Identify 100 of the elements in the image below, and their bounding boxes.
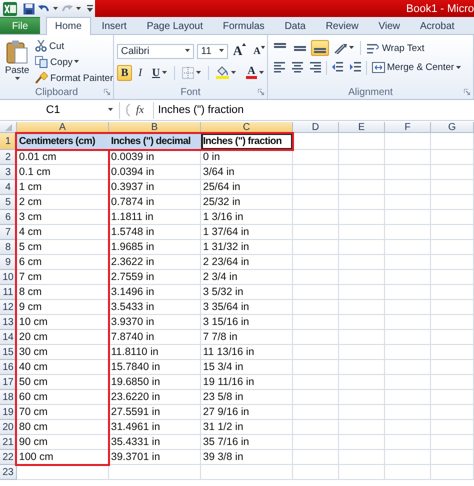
table-cell: 27 9/16 in [201,405,293,420]
file-tab[interactable]: File [0,17,40,34]
table-cell: 35 7/16 in [201,435,293,450]
ribbon-tab[interactable]: View [369,17,409,34]
group-label: Alignment [348,87,393,98]
table-cell: 40 cm [17,360,109,375]
table-cell: 11.8110 in [109,345,201,360]
table-cell: 0.7874 in [109,195,201,210]
font-size-field[interactable]: 11 [197,44,228,58]
table-cell: 0.0039 in [109,150,201,165]
table-cell: 3 cm [17,210,109,225]
table-cell: 7.8740 in [109,330,201,345]
table-cell: 60 cm [17,390,109,405]
table-cell: 2.3622 in [109,255,201,270]
window-title: Book1 - Micro [406,2,474,14]
table-cell: 27.5591 in [109,405,201,420]
ribbon-tab[interactable]: Review [316,17,368,34]
table-cell: 19 11/16 in [201,375,293,390]
table-cell: 39 3/8 in [201,450,293,465]
font-color-button[interactable]: A [242,64,268,81]
name-box[interactable]: C1 [0,102,120,118]
table-cell: 11 13/16 in [201,345,293,360]
table-cell: 20 cm [17,330,109,345]
table-cell: 0.01 cm [17,150,109,165]
group-label: Font [180,87,200,98]
column-header[interactable]: D [293,122,339,133]
table-cell: 7 7/8 in [201,330,293,345]
table-cell: 39.3701 in [109,450,201,465]
table-cell: 15 3/4 in [201,360,293,375]
table-cell: 0 in [201,150,293,165]
paste-button[interactable]: Paste [3,38,32,86]
table-cell: 6 cm [17,255,109,270]
table-cell: 3 5/32 in [201,285,293,300]
cut-button[interactable]: Cut [32,38,116,54]
group-label: Clipboard [35,87,78,98]
table-cell: 0.1 cm [17,165,109,180]
table-cell: 2 23/64 in [201,255,293,270]
table-cell: 100 cm [17,450,109,465]
ribbon-tab[interactable]: Acrobat [410,17,464,34]
table-cell: 8 cm [17,285,109,300]
table-cell: 10 cm [17,315,109,330]
formula-field[interactable]: Inches (") fraction [152,102,474,118]
table-cell: 1 3/16 in [201,210,293,225]
table-cell: 90 cm [17,435,109,450]
table-cell: 23 5/8 in [201,390,293,405]
merge-center-button[interactable]: Merge & Center [369,60,464,75]
grow-font-button[interactable]: A [231,42,248,60]
table-cell: 2.7559 in [109,270,201,285]
column-header[interactable]: A [17,122,109,133]
table-cell: 25/64 in [201,180,293,195]
ribbon-tab[interactable]: Home [46,17,91,35]
table-cell: 0.0394 in [109,165,201,180]
table-cell: 1 cm [17,180,109,195]
ribbon-tab[interactable]: Page Layout [138,17,212,34]
format-painter-button[interactable]: Format Painter [32,70,116,86]
table-cell: 7 cm [17,270,109,285]
ribbon-tab[interactable]: Formulas [214,17,274,34]
table-cell: 3.5433 in [109,300,201,315]
wrap-text-button[interactable]: Wrap Text [364,40,428,56]
table-cell: 31.4961 in [109,420,201,435]
table-cell: 19.6850 in [109,375,201,390]
ribbon-tab[interactable]: Insert [92,17,136,34]
column-header[interactable]: C [201,122,293,133]
font-name-field[interactable]: Calibri [117,44,194,58]
table-cell: 35.4331 in [109,435,201,450]
table-cell: 30 cm [17,345,109,360]
table-cell: 1.1811 in [109,210,201,225]
table-cell: 9 cm [17,300,109,315]
table-cell: 3 35/64 in [201,300,293,315]
column-header[interactable]: E [339,122,385,133]
insert-function-button[interactable]: fx [136,104,144,116]
column-header[interactable]: B [109,122,201,133]
table-cell: 4 cm [17,225,109,240]
table-cell: 1.5748 in [109,225,201,240]
table-cell: 80 cm [17,420,109,435]
table-cell: 50 cm [17,375,109,390]
copy-button[interactable]: Copy [32,54,116,70]
italic-button[interactable]: I [134,64,146,80]
table-cell: 1.9685 in [109,240,201,255]
table-cell: 1 31/32 in [201,240,293,255]
table-cell: 2 3/4 in [201,270,293,285]
column-header[interactable]: F [385,122,431,133]
table-cell: 0.3937 in [109,180,201,195]
table-cell: 1 37/64 in [201,225,293,240]
table-cell: 23.6220 in [109,390,201,405]
table-cell: 31 1/2 in [201,420,293,435]
table-cell: 2 cm [17,195,109,210]
table-cell: 15.7840 in [109,360,201,375]
table-cell: 3.9370 in [109,315,201,330]
bold-button[interactable]: B [117,64,132,80]
table-cell: 3.1496 in [109,285,201,300]
ribbon-tab[interactable]: Data [276,17,315,34]
table-cell: 25/32 in [201,195,293,210]
underline-button[interactable]: U [148,64,171,80]
column-header[interactable]: G [431,122,474,133]
table-cell: 5 cm [17,240,109,255]
table-cell: 3/64 in [201,165,293,180]
row-header[interactable]: 23 [0,465,17,480]
table-cell: 3 15/16 in [201,315,293,330]
shrink-font-button[interactable]: A [251,44,267,58]
